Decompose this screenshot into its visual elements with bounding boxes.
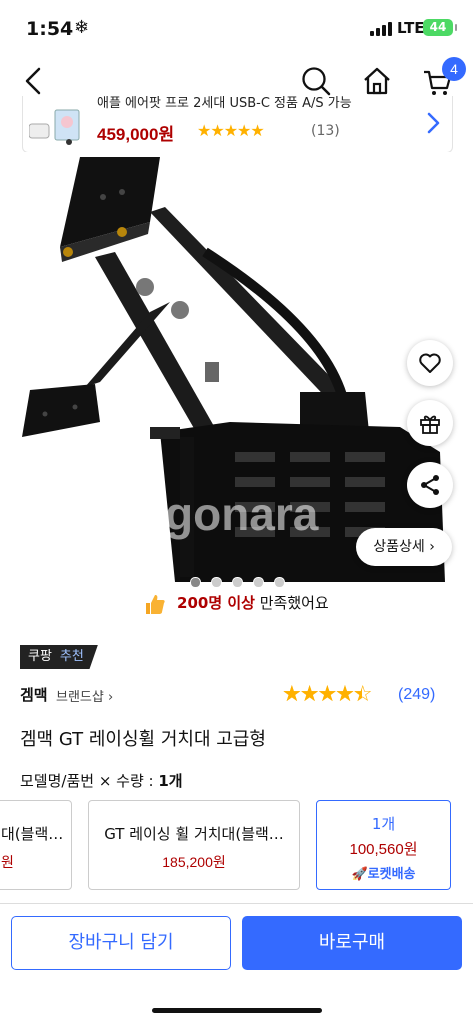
status-bar: 1:54 ❄ LTE 44: [0, 0, 473, 56]
buy-now-button[interactable]: 바로구매: [242, 916, 462, 970]
search-icon[interactable]: [301, 66, 331, 96]
snowflake-icon: ❄: [74, 17, 90, 38]
chevron-right-icon[interactable]: [423, 110, 443, 136]
brand-shop-link[interactable]: 브랜드샵 ›: [56, 686, 113, 705]
racing-wheel-stand-image: gonara: [22, 157, 445, 582]
badge-label: 추천: [59, 645, 98, 669]
network-type: LTE: [397, 19, 425, 37]
option-card[interactable]: GT 레이싱 휠 거치대(블랙… 185,200원: [88, 800, 300, 890]
chevron-right-icon: ›: [429, 539, 435, 555]
option-card[interactable]: 대(블랙… 원: [0, 800, 72, 890]
home-icon[interactable]: [362, 66, 392, 96]
option-label: 모델명/품번 × 수량 : 1개: [20, 772, 183, 790]
product-detail-button[interactable]: 상품상세 ›: [356, 528, 452, 566]
product-detail-label: 상품상세: [373, 539, 425, 555]
back-icon[interactable]: [20, 67, 48, 95]
option-name: 1개: [371, 815, 396, 833]
rating-stars[interactable]: ☆☆☆☆☆★★★★★: [282, 682, 373, 707]
option-price: 185,200원: [162, 854, 226, 870]
recent-product-name: 애플 에어팟 프로 2세대 USB-C 정품 A/S 가능: [97, 96, 352, 111]
option-price: 100,560원: [349, 841, 418, 858]
divider: [0, 903, 473, 904]
carousel-dot[interactable]: [211, 577, 222, 588]
cart-count-badge: 4: [442, 57, 466, 81]
gift-icon: [420, 415, 440, 434]
brand-name[interactable]: 겜맥: [20, 684, 48, 705]
satisfaction-text: 만족했어요: [254, 594, 329, 612]
option-quantity: 1개: [158, 772, 183, 790]
add-to-cart-button[interactable]: 장바구니 담기: [11, 916, 231, 970]
carousel-dot[interactable]: [190, 577, 201, 588]
rocket-delivery-badge: 🚀로켓배송: [351, 867, 416, 882]
coupang-recommend-badge: 쿠팡 추천: [20, 645, 98, 669]
share-icon: [421, 475, 439, 495]
home-indicator: [152, 1008, 322, 1013]
gift-button[interactable]: [407, 400, 453, 446]
product-title: 겜맥 GT 레이싱휠 거치대 고급형: [20, 729, 266, 750]
satisfaction-count: 200명 이상: [177, 594, 255, 612]
wishlist-button[interactable]: [407, 340, 453, 386]
status-time: 1:54: [26, 18, 74, 40]
option-name: 대(블랙…: [1, 825, 64, 843]
carousel-dots: [190, 573, 295, 588]
satisfaction-banner: 200명 이상 만족했어요: [0, 592, 473, 624]
product-image[interactable]: gonara: [0, 152, 473, 588]
option-price: 원: [1, 854, 14, 870]
product-thumbnail: [29, 109, 80, 145]
chevron-right-icon: ›: [107, 690, 114, 705]
cellular-signal-icon: [370, 22, 392, 36]
recent-product-price: 459,000원: [97, 125, 175, 144]
badge-brand: 쿠팡: [20, 645, 60, 669]
battery-icon: 44: [423, 19, 453, 36]
carousel-dot[interactable]: [274, 577, 285, 588]
recent-product-review-count: (13): [311, 123, 340, 139]
battery-tip: [455, 24, 457, 31]
carousel-dot[interactable]: [253, 577, 264, 588]
option-card-selected[interactable]: 1개 100,560원 🚀로켓배송: [316, 800, 451, 890]
thumbs-up-icon: [146, 594, 165, 614]
recent-product-stars: ★★★★★: [197, 121, 265, 140]
watermark-text: gonara: [165, 488, 319, 540]
share-button[interactable]: [407, 462, 453, 508]
carousel-dot[interactable]: [232, 577, 243, 588]
review-count[interactable]: (249): [398, 686, 435, 704]
rocket-icon: 🚀: [351, 867, 368, 882]
heart-icon: [419, 353, 441, 373]
option-name: GT 레이싱 휠 거치대(블랙…: [104, 825, 284, 843]
recent-product-card[interactable]: 애플 에어팟 프로 2세대 USB-C 정품 A/S 가능 459,000원 ★…: [22, 96, 453, 153]
